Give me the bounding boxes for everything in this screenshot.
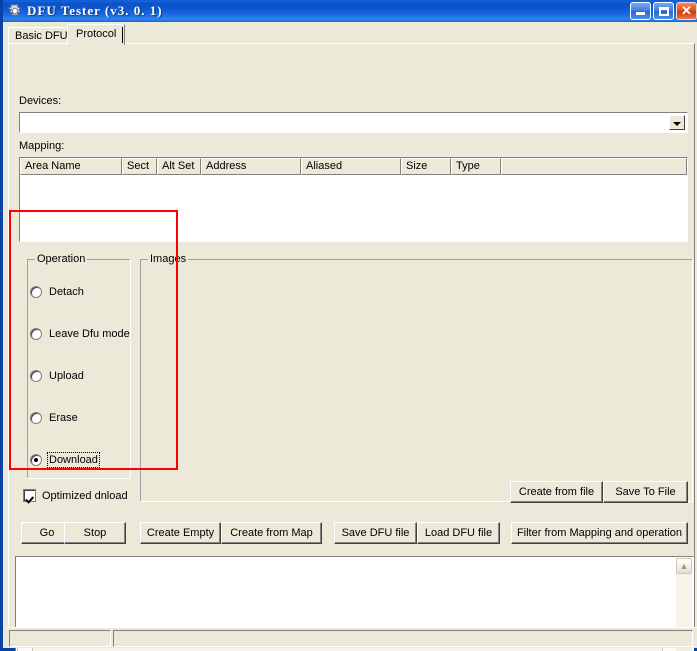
devices-label: Devices: (19, 95, 62, 107)
mapping-header-row: Area Name Sect Alt Set Address Aliased S… (20, 158, 687, 175)
operation-group-title: Operation (35, 253, 88, 265)
mapping-col-type[interactable]: Type (451, 158, 501, 175)
status-bar (6, 627, 697, 648)
radio-download-label: Download (47, 452, 100, 468)
images-group-title: Images (148, 253, 189, 265)
client-area: Basic DFU Protocol Devices: Mapping: Are… (6, 22, 697, 651)
window-controls: ✕ (630, 2, 697, 20)
chevron-up-icon[interactable]: ▲ (676, 558, 692, 574)
create-from-map-button[interactable]: Create from Map (221, 522, 322, 544)
radio-download[interactable]: Download (30, 452, 100, 468)
close-button[interactable]: ✕ (676, 2, 697, 20)
gear-icon (7, 3, 23, 19)
status-panel-2 (113, 630, 693, 647)
create-empty-button[interactable]: Create Empty (140, 522, 221, 544)
radio-erase[interactable]: Erase (30, 412, 78, 424)
save-to-file-label: Save To File (615, 486, 676, 498)
radio-detach[interactable]: Detach (30, 286, 84, 298)
log-vscroll-track[interactable] (676, 574, 692, 632)
tab-page-protocol: Devices: Mapping: Area Name Sect Alt Set… (8, 43, 695, 651)
save-to-file-button[interactable]: Save To File (603, 481, 688, 503)
filter-from-mapping-button[interactable]: Filter from Mapping and operation (511, 522, 688, 544)
tab-focus-caret (122, 27, 123, 43)
chevron-down-icon[interactable] (669, 115, 685, 130)
mapping-listview[interactable]: Area Name Sect Alt Set Address Aliased S… (19, 157, 688, 242)
window-title: DFU Tester (v3. 0. 1) (27, 3, 163, 18)
maximize-icon (659, 7, 669, 16)
minimize-button[interactable] (630, 2, 651, 20)
tab-basic-dfu-label: Basic DFU (15, 30, 68, 42)
filter-from-mapping-label: Filter from Mapping and operation (516, 527, 683, 539)
go-label: Go (39, 527, 55, 539)
load-dfu-file-label: Load DFU file (424, 527, 493, 539)
images-group: Images (140, 253, 693, 502)
radio-detach-indicator[interactable] (30, 286, 42, 298)
radio-leave-dfu-mode[interactable]: Leave Dfu mode (30, 328, 130, 340)
mapping-col-alt-set[interactable]: Alt Set (157, 158, 201, 175)
radio-download-indicator[interactable] (30, 454, 42, 466)
mapping-col-area-name[interactable]: Area Name (20, 158, 122, 175)
optimized-dnload-checkbox[interactable]: Optimized dnload (23, 489, 128, 502)
mapping-col-size[interactable]: Size (401, 158, 451, 175)
tab-protocol[interactable]: Protocol (67, 24, 126, 45)
load-dfu-file-button[interactable]: Load DFU file (417, 522, 500, 544)
radio-detach-label: Detach (49, 286, 84, 298)
close-icon: ✕ (681, 3, 692, 18)
stop-label: Stop (83, 527, 107, 539)
radio-leave-dfu-mode-indicator[interactable] (30, 328, 42, 340)
create-from-file-button[interactable]: Create from file (510, 481, 603, 503)
stop-button[interactable]: Stop (64, 522, 126, 544)
radio-upload-indicator[interactable] (30, 370, 42, 382)
tab-strip: Basic DFU Protocol (8, 24, 695, 45)
optimized-dnload-label: Optimized dnload (42, 489, 128, 502)
title-bar: DFU Tester (v3. 0. 1) ✕ (3, 0, 697, 22)
radio-erase-indicator[interactable] (30, 412, 42, 424)
optimized-dnload-indicator[interactable] (23, 489, 36, 502)
window-frame: DFU Tester (v3. 0. 1) ✕ Basic DFU Protoc… (0, 0, 697, 651)
create-from-map-label: Create from Map (230, 527, 313, 539)
status-panel-1 (9, 630, 111, 647)
mapping-col-address[interactable]: Address (201, 158, 301, 175)
create-empty-label: Create Empty (146, 527, 215, 539)
mapping-col-sect[interactable]: Sect (122, 158, 157, 175)
radio-upload[interactable]: Upload (30, 370, 84, 382)
create-from-file-label: Create from file (518, 486, 595, 498)
application-window: DFU Tester (v3. 0. 1) ✕ Basic DFU Protoc… (0, 0, 697, 651)
save-dfu-file-button[interactable]: Save DFU file (334, 522, 417, 544)
tab-protocol-label: Protocol (76, 28, 117, 40)
devices-combobox[interactable] (19, 112, 688, 133)
radio-leave-dfu-mode-label: Leave Dfu mode (49, 328, 130, 340)
mapping-col-aliased[interactable]: Aliased (301, 158, 401, 175)
radio-upload-label: Upload (49, 370, 84, 382)
tab-basic-dfu[interactable]: Basic DFU (8, 27, 75, 44)
minimize-icon (636, 12, 645, 15)
mapping-col-blank[interactable] (501, 158, 687, 175)
maximize-button[interactable] (653, 2, 674, 20)
mapping-label: Mapping: (19, 140, 65, 152)
radio-erase-label: Erase (49, 412, 78, 424)
save-dfu-file-label: Save DFU file (341, 527, 410, 539)
